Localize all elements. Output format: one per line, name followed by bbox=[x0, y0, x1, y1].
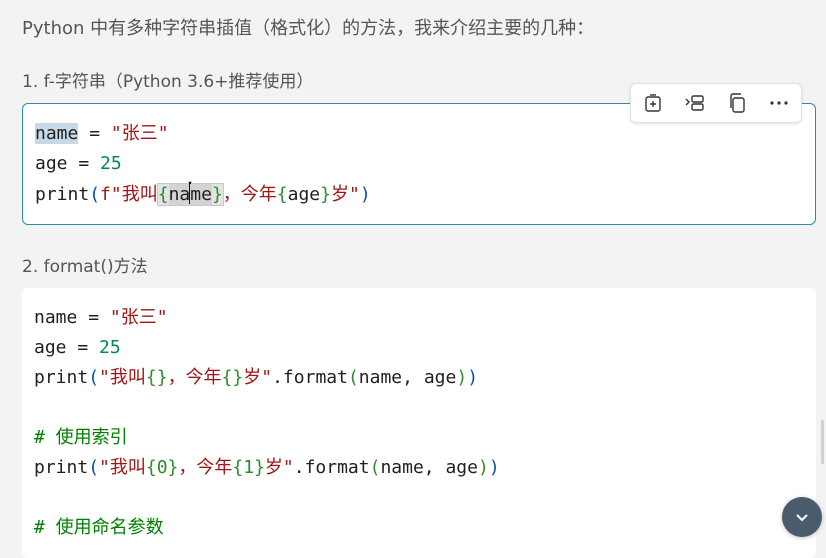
code-line: print("我叫{0}，今年{1}岁".format(name, age)) bbox=[34, 456, 500, 480]
code-token: {1} bbox=[232, 457, 265, 478]
code-token: .format bbox=[293, 457, 370, 478]
code-comment: # 使用索引 bbox=[34, 427, 128, 448]
code-toolbar bbox=[630, 83, 802, 123]
code-token: print bbox=[34, 367, 89, 388]
code-token: me bbox=[190, 184, 212, 205]
code-token: name bbox=[34, 307, 78, 328]
code-token: ( bbox=[369, 457, 381, 478]
code-token: = bbox=[66, 337, 100, 358]
code-token: ) bbox=[359, 184, 371, 205]
code-token: } bbox=[211, 184, 223, 205]
more-button[interactable] bbox=[765, 90, 793, 116]
copy-icon bbox=[730, 93, 745, 113]
code-token: "我叫 bbox=[99, 457, 146, 478]
code-token: "张三" bbox=[110, 123, 169, 144]
more-icon bbox=[770, 101, 788, 105]
section-heading-fstring: 1. f-字符串（Python 3.6+推荐使用） bbox=[22, 72, 314, 92]
code-token: name bbox=[35, 123, 79, 144]
scrollbar-thumb[interactable] bbox=[821, 420, 824, 464]
code-token: 25 bbox=[99, 337, 121, 358]
code-token: {} bbox=[145, 367, 168, 388]
code-token: {} bbox=[221, 367, 244, 388]
code-token: name, age bbox=[358, 367, 457, 388]
code-token: print bbox=[34, 457, 89, 478]
insert-into-file-button[interactable] bbox=[639, 90, 667, 116]
code-token: 岁" bbox=[264, 457, 294, 478]
code-token: {name} bbox=[156, 182, 224, 206]
code-token: ( bbox=[347, 367, 359, 388]
code-token: ) bbox=[488, 457, 500, 478]
code-line: name = "张三" bbox=[34, 306, 168, 330]
code-block-format[interactable]: name = "张三" age = 25 print("我叫{}，今年{}岁".… bbox=[22, 288, 816, 558]
code-token: ，今年 bbox=[167, 367, 222, 388]
code-token: "张三" bbox=[109, 307, 168, 328]
scroll-to-bottom-button[interactable] bbox=[782, 497, 822, 537]
code-token: ( bbox=[89, 184, 101, 205]
intro-text: Python 中有多种字符串插值（格式化）的方法，我来介绍主要的几种： bbox=[22, 18, 595, 39]
code-comment: # 使用命名参数 bbox=[34, 517, 164, 538]
code-token: ) bbox=[467, 367, 479, 388]
code-token: ) bbox=[456, 367, 468, 388]
code-token: = bbox=[78, 123, 111, 144]
code-token: ) bbox=[478, 457, 489, 478]
code-line: name = "张三" bbox=[35, 122, 169, 146]
code-token: age bbox=[35, 153, 68, 174]
code-token: ，今年 bbox=[222, 184, 277, 205]
code-token: print bbox=[35, 184, 90, 205]
code-token: = bbox=[67, 153, 101, 174]
code-token: name, age bbox=[380, 457, 478, 478]
code-token: age bbox=[287, 184, 321, 205]
code-line: age = 25 bbox=[35, 152, 122, 176]
section-heading-format: 2. format()方法 bbox=[22, 257, 148, 277]
code-token: "我叫 bbox=[99, 367, 146, 388]
split-view-button[interactable] bbox=[681, 90, 709, 116]
code-token: ，今年 bbox=[178, 457, 233, 478]
code-token: 岁" bbox=[330, 184, 360, 205]
insert-into-file-icon bbox=[645, 94, 661, 112]
copy-button[interactable] bbox=[723, 90, 751, 116]
code-token: { bbox=[276, 184, 288, 205]
code-token: na bbox=[168, 184, 191, 205]
code-token: 岁" bbox=[243, 367, 273, 388]
code-token: { bbox=[157, 184, 169, 205]
code-line: age = 25 bbox=[34, 336, 121, 360]
split-view-icon bbox=[685, 95, 704, 111]
code-line: print("我叫{}，今年{}岁".format(name, age)) bbox=[34, 366, 478, 390]
code-token: } bbox=[320, 184, 331, 205]
code-token: .format bbox=[272, 367, 348, 388]
code-token: ( bbox=[88, 367, 100, 388]
code-token: f"我叫 bbox=[100, 184, 158, 205]
code-token: ( bbox=[88, 457, 100, 478]
code-token: {0} bbox=[145, 457, 179, 478]
code-token: age bbox=[34, 337, 67, 358]
chevron-down-icon bbox=[796, 514, 808, 522]
code-token: = bbox=[77, 307, 110, 328]
code-line: print(f"我叫{name}，今年{age}岁") bbox=[35, 182, 371, 207]
code-token: 25 bbox=[100, 153, 122, 174]
